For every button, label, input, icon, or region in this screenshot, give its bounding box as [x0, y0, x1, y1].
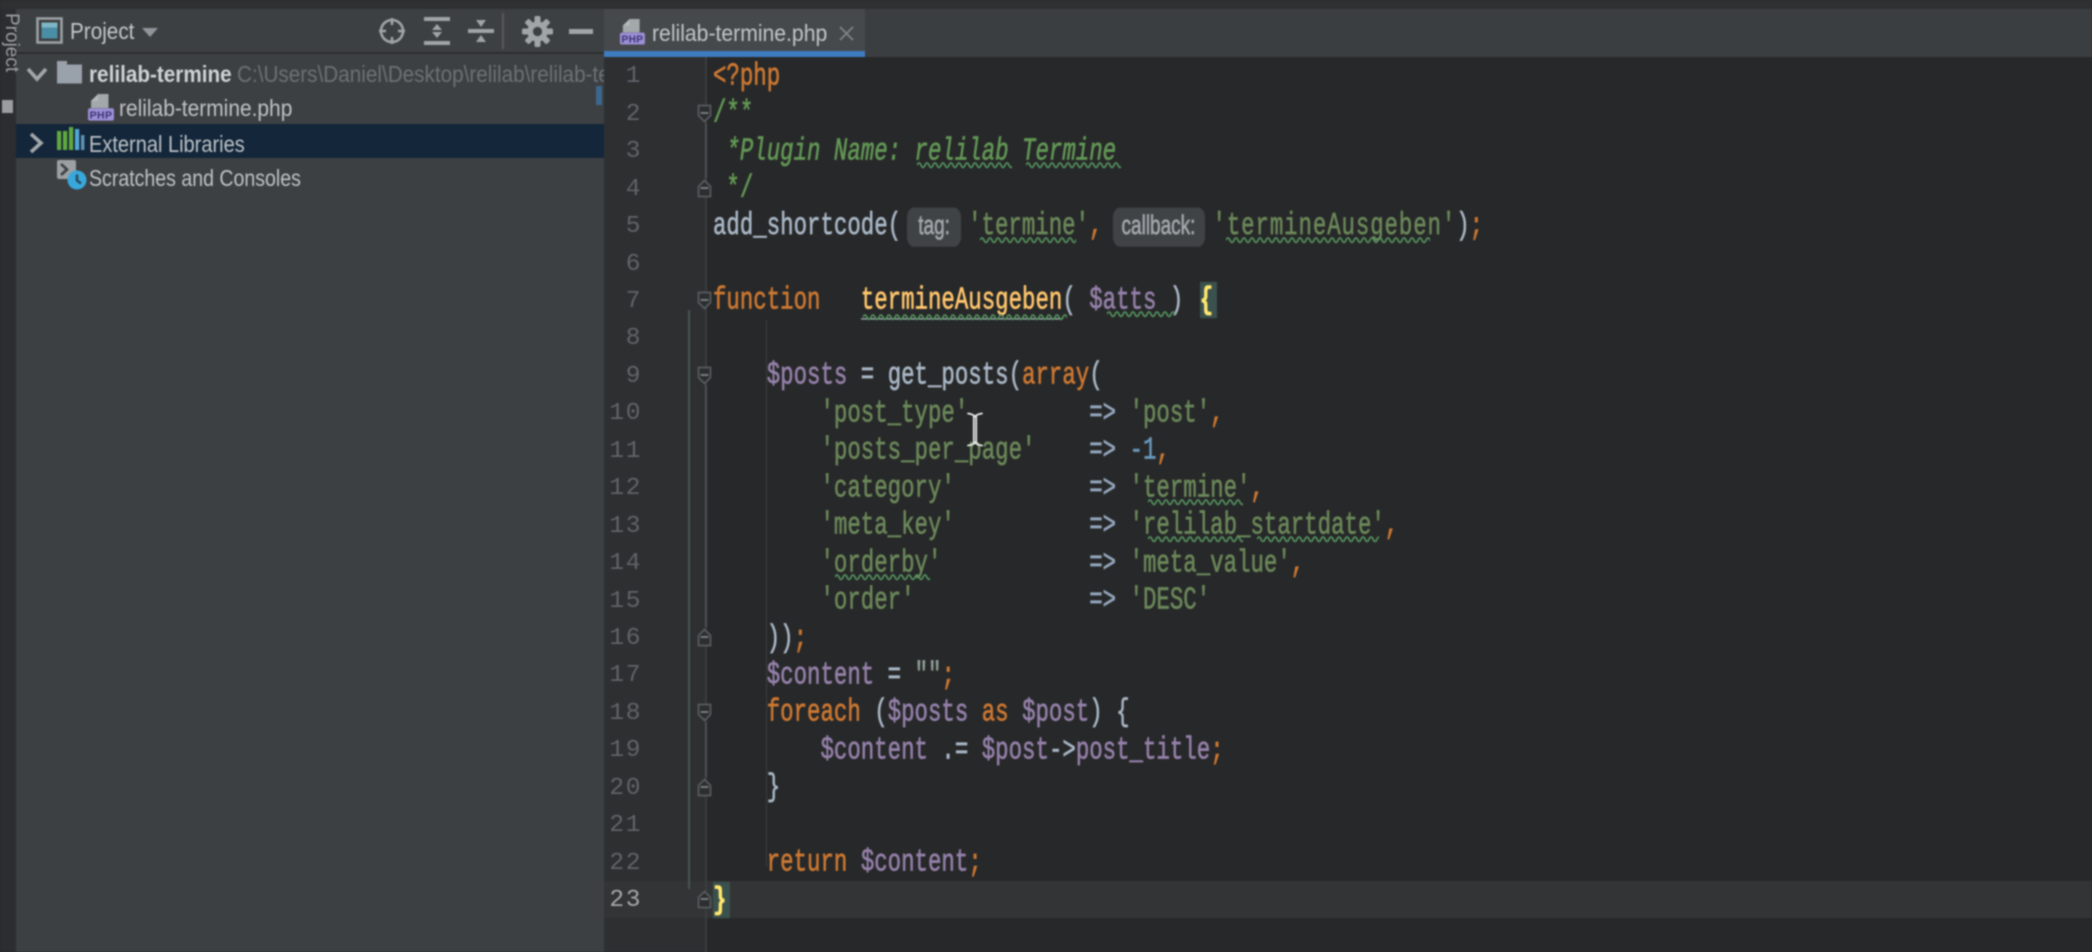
svg-text:PHP: PHP [90, 109, 113, 121]
svg-text:PHP: PHP [622, 34, 644, 44]
